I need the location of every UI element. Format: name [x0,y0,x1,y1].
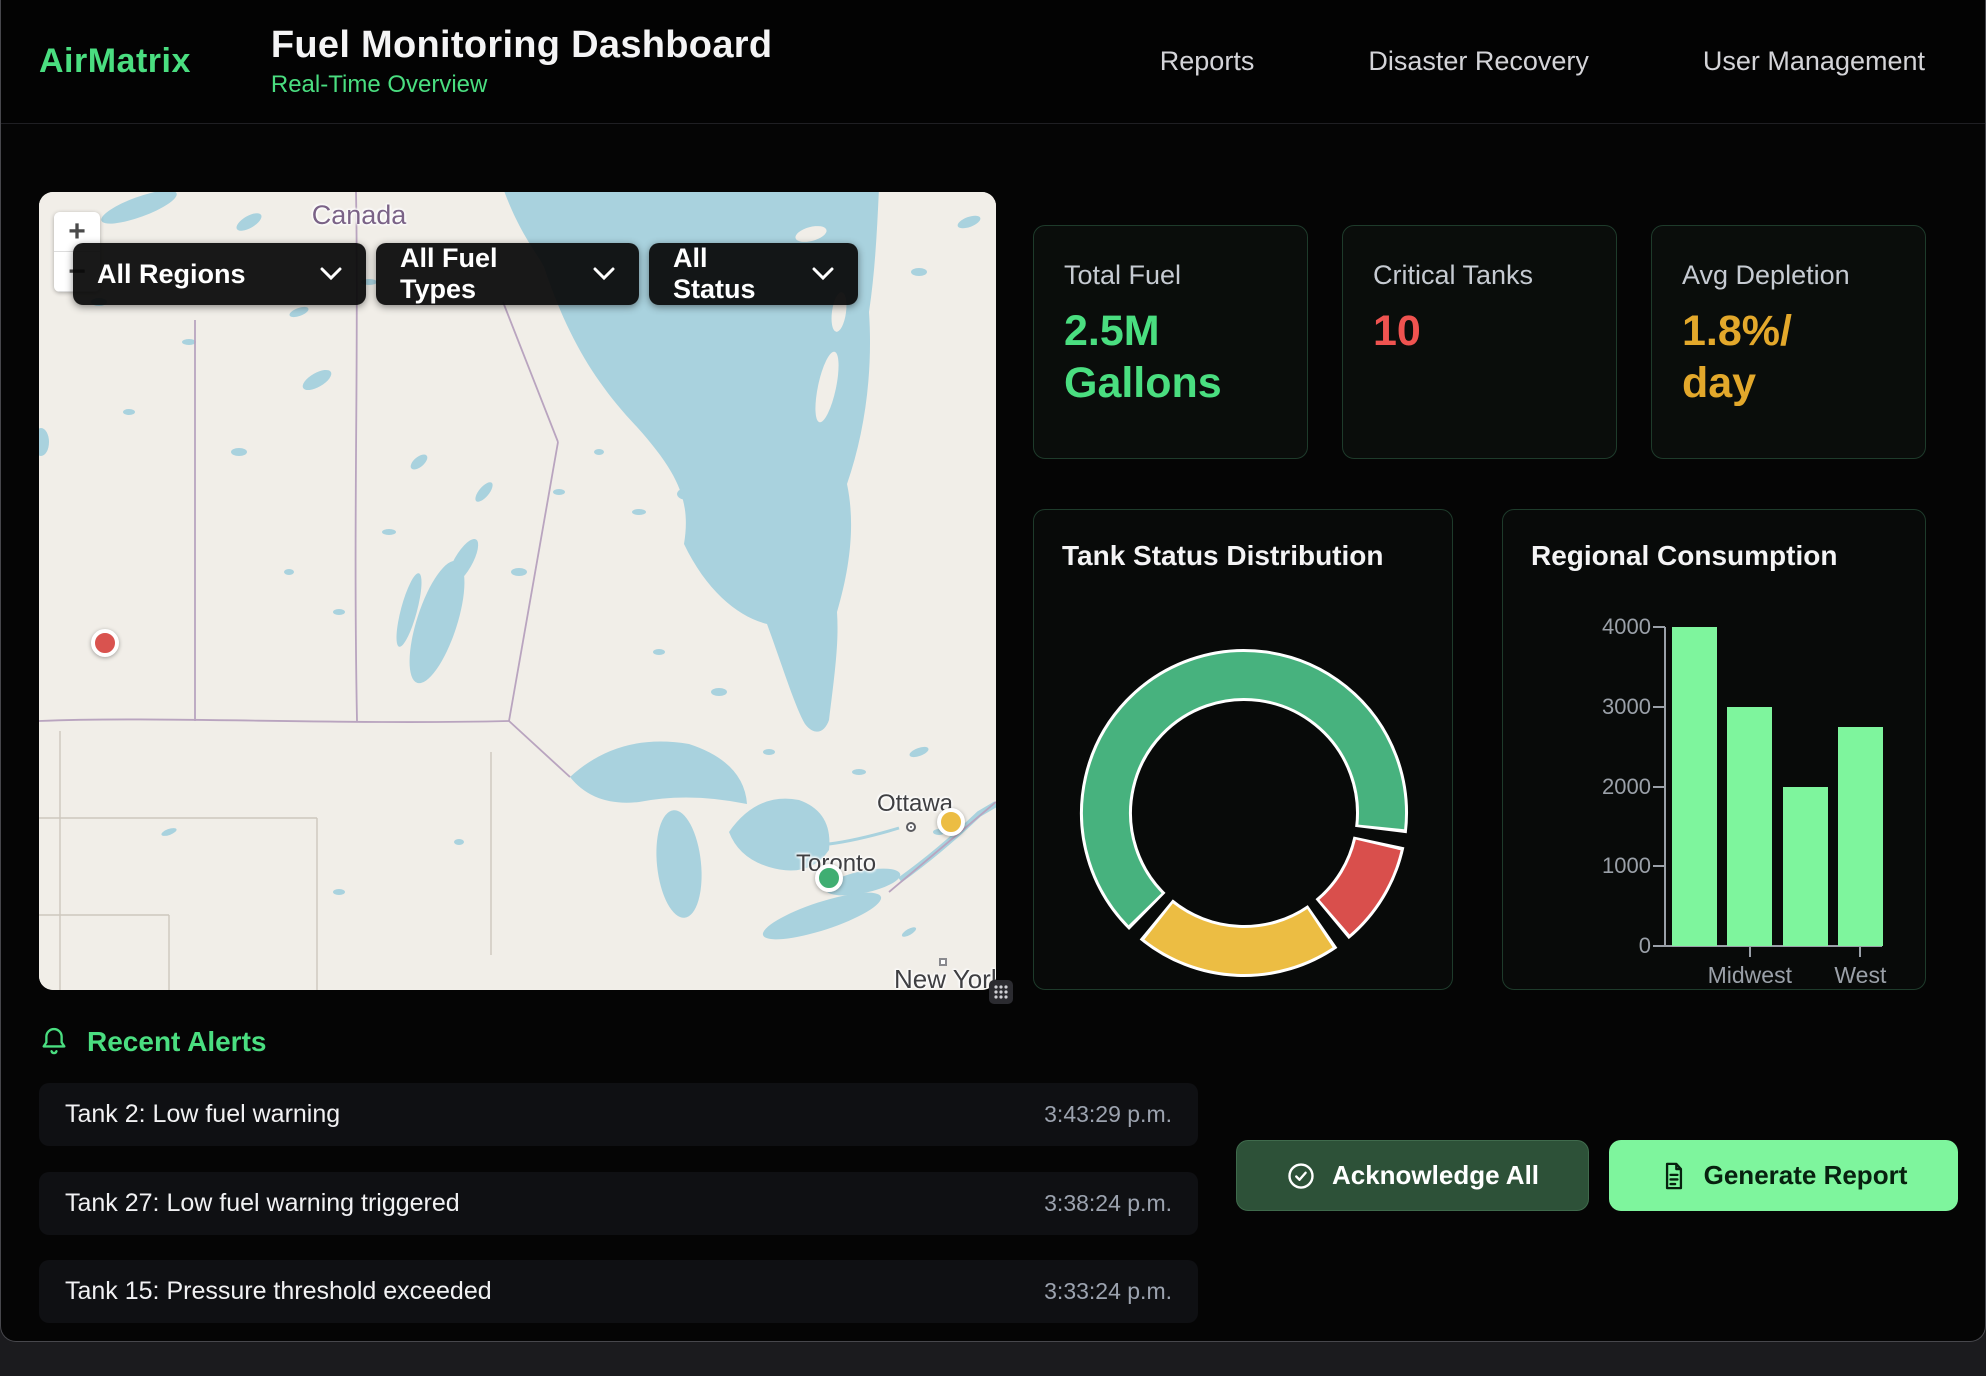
stat-card-total-fuel: Total Fuel 2.5M Gallons [1033,225,1308,459]
alert-timestamp: 3:43:29 p.m. [1044,1101,1172,1128]
ottawa-city-dot [906,822,916,832]
alert-timestamp: 3:38:24 p.m. [1044,1190,1172,1217]
map-resize-handle[interactable] [989,980,1013,1004]
map-label-new-york: New York [894,964,996,990]
regional-consumption-bar-chart: 01000200030004000MidwestWest [1503,510,1927,991]
stat-cards: Total Fuel 2.5M Gallons Critical Tanks 1… [1033,225,1926,459]
tank-marker-normal[interactable] [815,864,843,892]
grip-dots-icon [993,984,1009,1000]
check-circle-icon [1286,1161,1316,1191]
report-document-icon [1660,1161,1688,1191]
page-title: Fuel Monitoring Dashboard [271,24,772,67]
page-subtitle: Real-Time Overview [271,71,772,99]
fuel-map[interactable]: Canada Ottawa Toronto New York + − All R… [39,192,996,990]
region-filter-dropdown[interactable]: All Regions [73,243,366,305]
alert-row[interactable]: Tank 27: Low fuel warning triggered 3:38… [39,1172,1198,1235]
new-york-town-square [939,958,947,966]
header: AirMatrix Fuel Monitoring Dashboard Real… [1,0,1985,124]
recent-alerts-title: Recent Alerts [87,1026,266,1058]
fuel-type-filter-dropdown[interactable]: All Fuel Types [376,243,639,305]
chevron-down-icon [786,267,834,281]
brand-logo[interactable]: AirMatrix [39,42,191,81]
chevron-down-icon [567,267,615,281]
tank-marker-critical[interactable] [91,629,119,657]
page-title-block: Fuel Monitoring Dashboard Real-Time Over… [271,24,772,99]
generate-report-button[interactable]: Generate Report [1609,1140,1958,1211]
tank-marker-warning[interactable] [937,808,965,836]
acknowledge-all-button[interactable]: Acknowledge All [1236,1140,1589,1211]
bell-icon [39,1026,69,1058]
status-filter-dropdown[interactable]: All Status [649,243,858,305]
alert-row[interactable]: Tank 2: Low fuel warning 3:43:29 p.m. [39,1083,1198,1146]
chevron-down-icon [294,267,342,281]
nav-item-reports[interactable]: Reports [1160,46,1255,77]
stat-card-critical-tanks: Critical Tanks 10 [1342,225,1617,459]
nav-item-user-management[interactable]: User Management [1703,46,1925,77]
stat-card-avg-depletion: Avg Depletion 1.8%/ day [1651,225,1926,459]
dashboard-window: AirMatrix Fuel Monitoring Dashboard Real… [0,0,1986,1342]
regional-consumption-panel: Regional Consumption 01000200030004000Mi… [1502,509,1926,990]
alert-timestamp: 3:33:24 p.m. [1044,1278,1172,1305]
alert-row[interactable]: Tank 15: Pressure threshold exceeded 3:3… [39,1260,1198,1323]
main-nav: Reports Disaster Recovery User Managemen… [1160,46,1925,77]
tank-status-panel: Tank Status Distribution [1033,509,1453,990]
tank-status-donut-chart [1034,510,1454,991]
nav-item-disaster-recovery[interactable]: Disaster Recovery [1368,46,1589,77]
map-filter-bar: All Regions All Fuel Types All Status [73,243,858,305]
map-label-canada: Canada [289,200,429,231]
recent-alerts-header: Recent Alerts [39,1026,266,1058]
